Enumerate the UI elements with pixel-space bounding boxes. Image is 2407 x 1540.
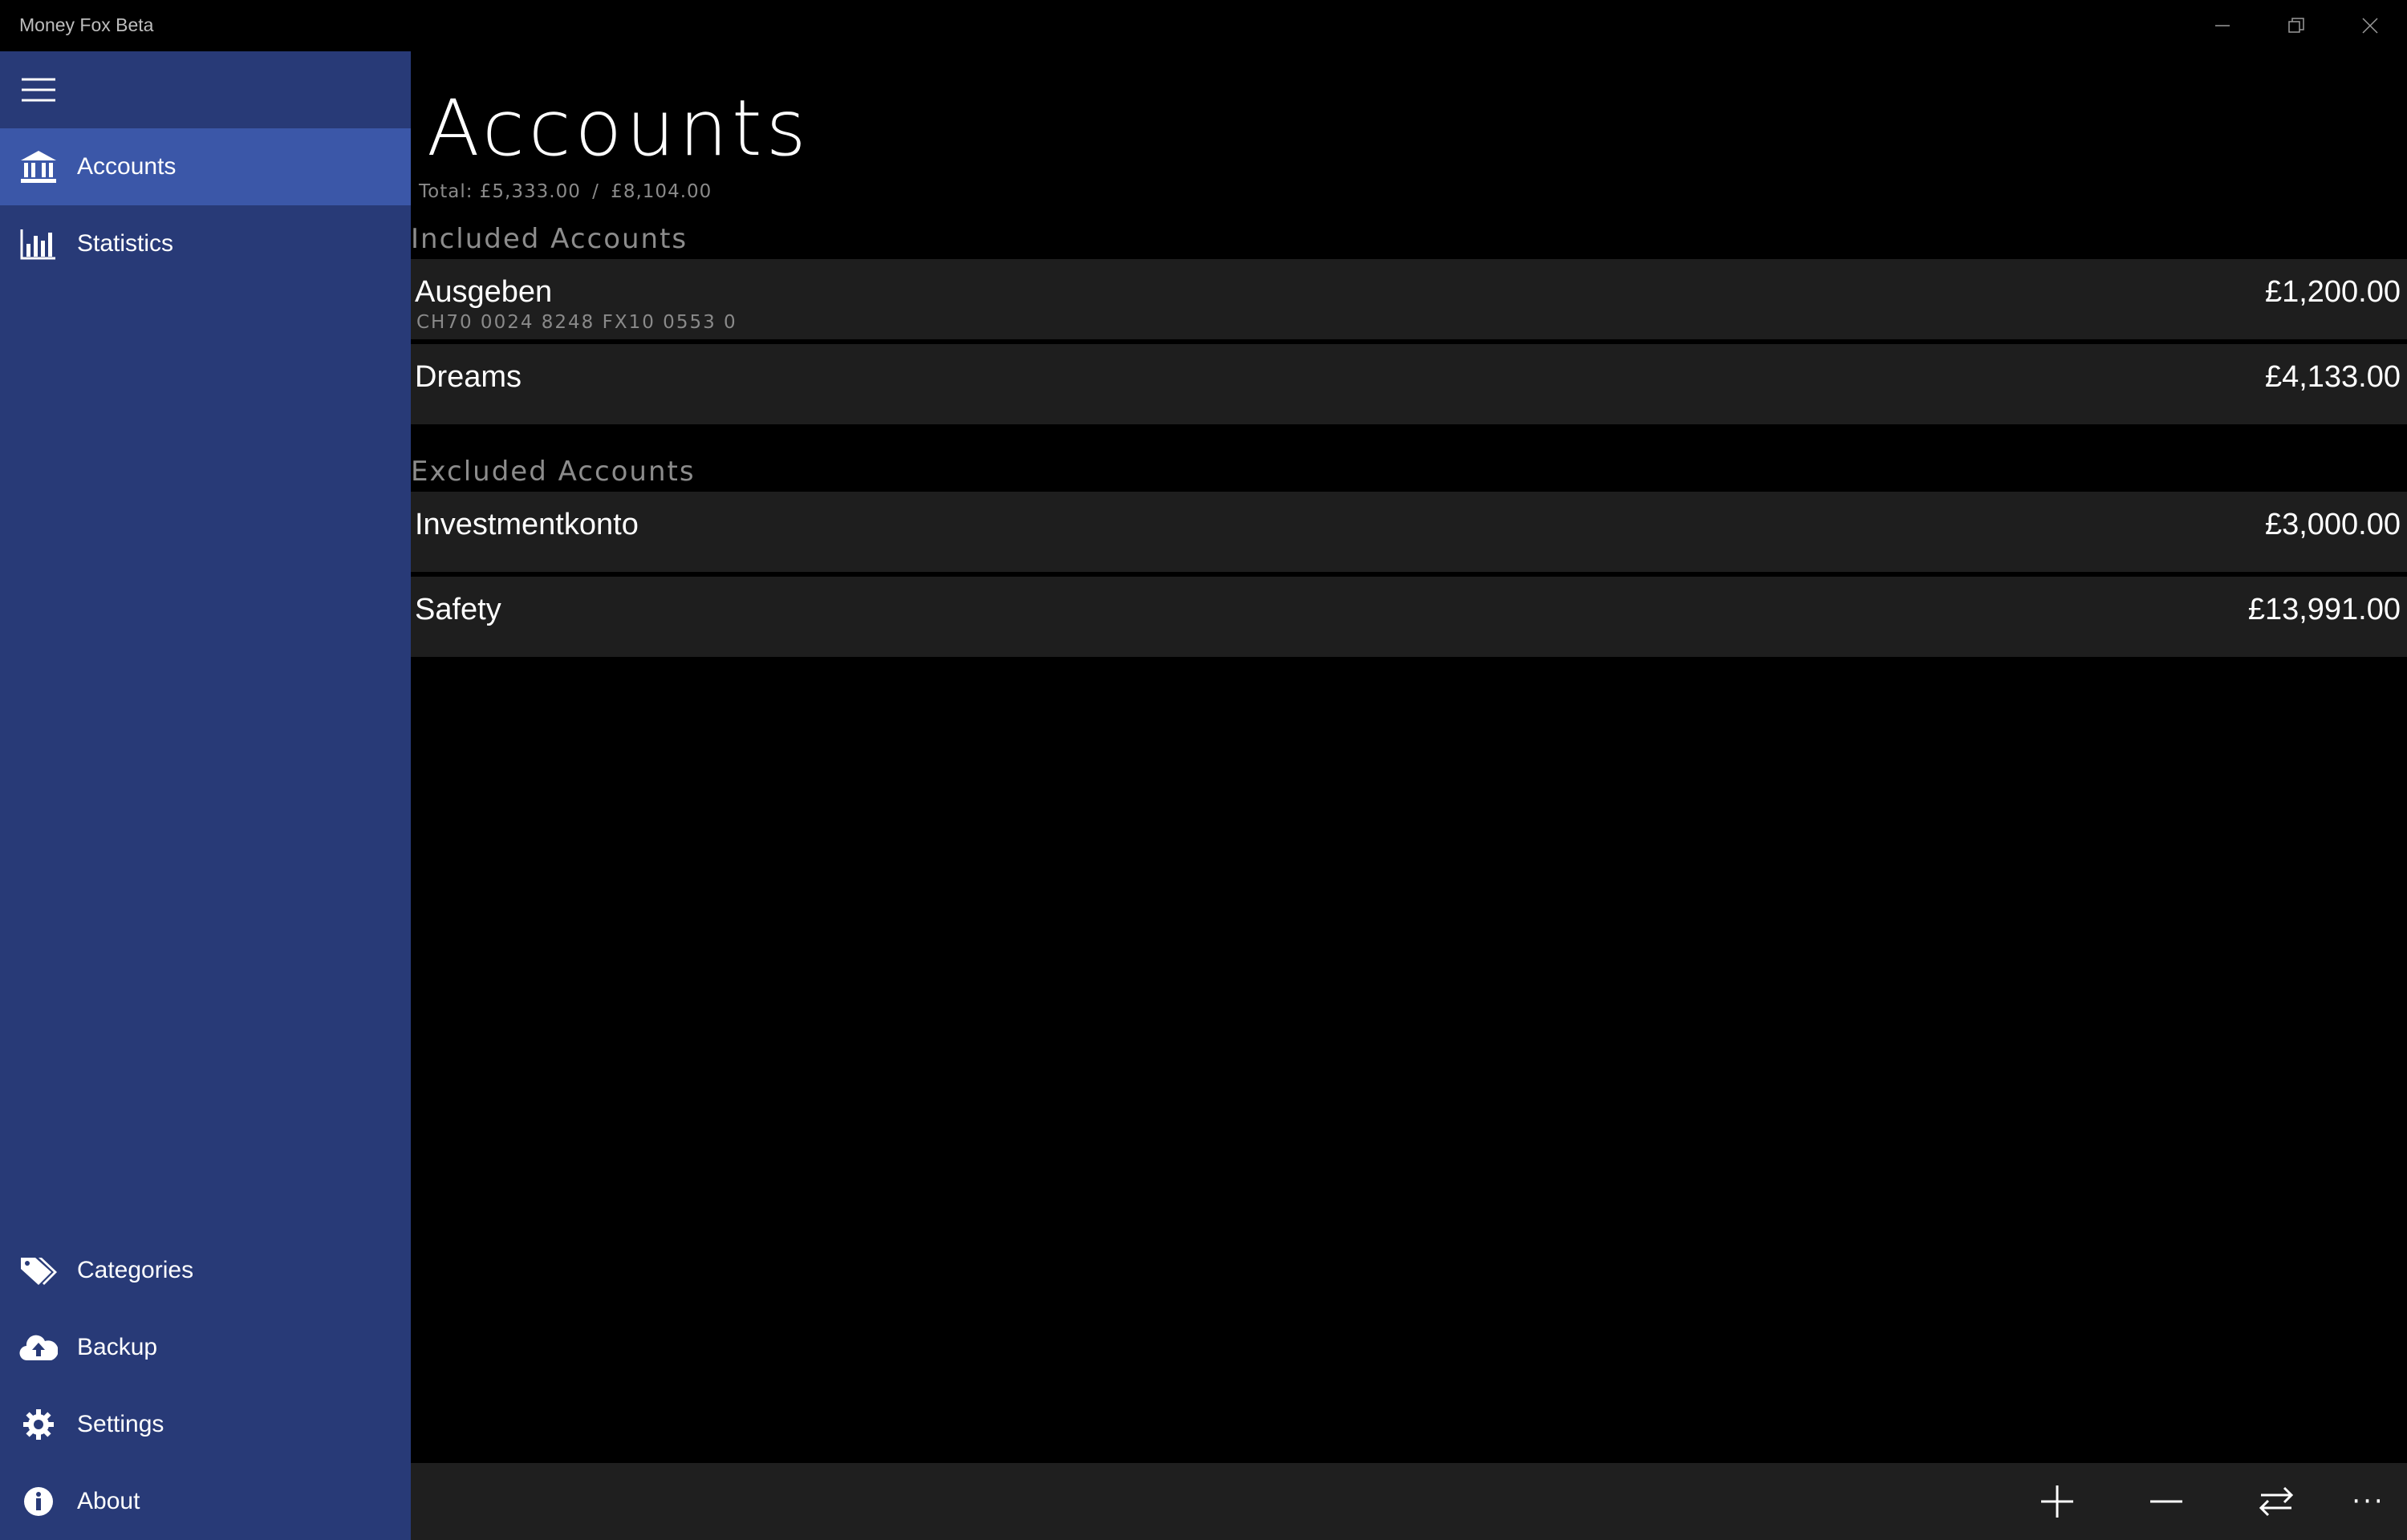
tags-icon [0, 1232, 77, 1309]
nav-item-about[interactable]: About [0, 1463, 411, 1540]
transfer-icon [2259, 1486, 2294, 1517]
total-label: Total: [419, 181, 473, 202]
account-row[interactable]: Safety £13,991.00 [411, 577, 2407, 657]
account-balance: £13,991.00 [2247, 593, 2401, 626]
nav-label-settings: Settings [77, 1411, 164, 1437]
nav-label-backup: Backup [77, 1334, 158, 1360]
restore-icon [2288, 18, 2304, 33]
nav-label-accounts: Accounts [77, 153, 177, 180]
add-account-button[interactable] [2019, 1463, 2096, 1540]
navigation-pane: Accounts Statistics Categories Backup Se… [0, 51, 411, 1540]
account-name: Dreams [415, 360, 522, 394]
title-bar: Money Fox Beta [0, 0, 2407, 51]
hamburger-button[interactable] [0, 51, 77, 128]
account-name: Investmentkonto [415, 508, 639, 541]
plus-icon [2041, 1485, 2073, 1518]
account-balance: £1,200.00 [2264, 275, 2401, 309]
account-balance: £3,000.00 [2264, 508, 2401, 541]
restore-button[interactable] [2259, 0, 2333, 51]
account-row[interactable]: Investmentkonto £3,000.00 [411, 492, 2407, 572]
bank-icon [0, 128, 77, 205]
total-value: £5,333.00 [479, 181, 581, 202]
account-iban: CH70 0024 8248 FX10 0553 0 [416, 312, 737, 333]
total-separator: / [592, 181, 599, 202]
nav-label-about: About [77, 1488, 140, 1514]
cloud-upload-icon [0, 1309, 77, 1386]
account-name: Ausgeben [415, 275, 553, 309]
account-name: Safety [415, 593, 501, 626]
minimize-button[interactable] [2186, 0, 2259, 51]
minimize-icon [2215, 25, 2230, 26]
bar-chart-icon [0, 205, 77, 282]
nav-item-settings[interactable]: Settings [0, 1386, 411, 1463]
more-button[interactable]: ··· [2330, 1463, 2407, 1540]
total-summary: Total: £5,333.00 / £8,104.00 [419, 181, 712, 202]
gear-icon [0, 1386, 77, 1463]
add-transfer-button[interactable] [2238, 1463, 2315, 1540]
close-button[interactable] [2333, 0, 2407, 51]
more-label: ··· [2352, 1485, 2385, 1518]
account-row[interactable]: Ausgeben CH70 0024 8248 FX10 0553 0 £1,2… [411, 259, 2407, 339]
page-title: Accounts [427, 83, 810, 173]
app-window: Money Fox Beta Accounts Statistics Categ… [0, 0, 2407, 1540]
nav-item-statistics[interactable]: Statistics [0, 205, 411, 282]
nav-item-categories[interactable]: Categories [0, 1232, 411, 1309]
excluded-accounts-header: Excluded Accounts [411, 456, 696, 488]
app-title: Money Fox Beta [19, 14, 154, 35]
command-bar: ··· [411, 1463, 2407, 1540]
accounts-page: Accounts Total: £5,333.00 / £8,104.00 In… [411, 51, 2407, 1463]
account-row[interactable]: Dreams £4,133.00 [411, 344, 2407, 424]
minus-icon [2150, 1500, 2182, 1503]
info-icon [0, 1463, 77, 1540]
nav-item-backup[interactable]: Backup [0, 1309, 411, 1386]
account-balance: £4,133.00 [2264, 360, 2401, 394]
nav-item-accounts[interactable]: Accounts [0, 128, 411, 205]
included-accounts-header: Included Accounts [411, 223, 688, 255]
nav-label-categories: Categories [77, 1257, 194, 1283]
nav-label-statistics: Statistics [77, 230, 174, 257]
total-end-value: £8,104.00 [611, 181, 712, 202]
hamburger-icon [22, 78, 55, 102]
close-icon [2362, 18, 2378, 34]
add-expense-button[interactable] [2128, 1463, 2205, 1540]
